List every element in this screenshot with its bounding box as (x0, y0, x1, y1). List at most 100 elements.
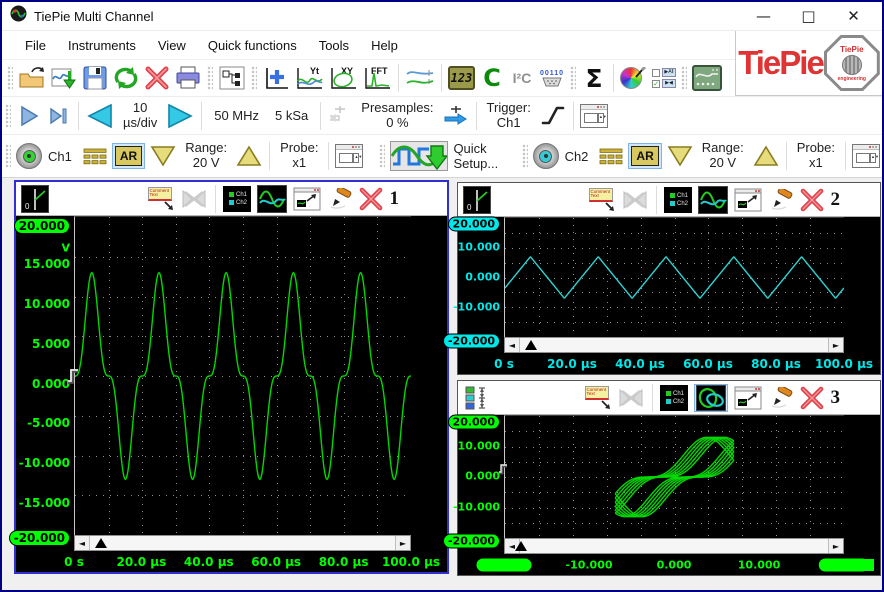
presamples-increase-button[interactable] (440, 100, 472, 132)
fft-graph-icon[interactable]: FFT (360, 62, 394, 94)
open-in-window-icon[interactable] (293, 185, 321, 213)
toolbar-grip[interactable] (5, 144, 11, 168)
close-graph-icon[interactable] (800, 186, 824, 214)
paintbrush-icon[interactable] (768, 186, 794, 214)
instrument-icon[interactable] (690, 62, 724, 94)
save-measurement-icon[interactable] (48, 62, 80, 94)
toolbar-grip[interactable] (570, 66, 576, 90)
color-scheme-icon[interactable] (618, 62, 648, 94)
graph1-x-axis[interactable]: 0 s 20.0 µs 40.0 µs 60.0 µs 80.0 µs 100.… (16, 551, 447, 572)
ch1-range-decrease-button[interactable] (147, 140, 179, 172)
toolbar-grip[interactable] (251, 66, 257, 90)
presamples-decrease-button[interactable] (325, 100, 355, 132)
graph1-plot[interactable] (74, 216, 411, 535)
sources-legend-icon[interactable]: Ch1Ch2 (664, 187, 692, 213)
graph2-plot[interactable] (504, 217, 844, 337)
add-graph-icon[interactable] (260, 62, 292, 94)
xy-graph-icon[interactable]: XY (326, 62, 360, 94)
yt-graph-icon[interactable]: Yt (292, 62, 326, 94)
axis-origin-icon[interactable]: 0 (463, 186, 491, 214)
quick-setup-button[interactable] (388, 140, 450, 172)
trigger-level-icon[interactable] (498, 463, 508, 481)
minimize-button[interactable]: — (741, 3, 786, 29)
close-button[interactable]: ✕ (831, 3, 876, 29)
sources-legend-icon[interactable]: Ch1Ch2 (660, 385, 688, 411)
save-icon[interactable] (80, 62, 110, 94)
timebase-decrease-button[interactable] (83, 100, 117, 132)
ch1-settings-button[interactable]: ▲▼ (333, 140, 365, 172)
trigger-position-marker[interactable] (95, 538, 107, 548)
trigger-edge-icon[interactable] (537, 100, 569, 132)
menu-file[interactable]: File (14, 33, 57, 58)
graph2-h-scrollbar[interactable]: ◄ ► (504, 337, 844, 353)
maximize-button[interactable]: □ (786, 3, 831, 29)
toolbar-grip[interactable] (5, 104, 11, 128)
timebase-increase-button[interactable] (163, 100, 197, 132)
scroll-thumb[interactable] (520, 539, 828, 553)
oneshot-button[interactable] (44, 100, 74, 132)
toolbar-grip[interactable] (7, 66, 13, 90)
trigger-position-marker[interactable] (525, 340, 537, 350)
yt-mode-icon[interactable] (257, 185, 287, 213)
gauge-icon[interactable]: C (477, 62, 507, 94)
open-in-window-icon[interactable] (734, 186, 762, 214)
graph2-x-axis[interactable]: 0 s 20.0 µs 40.0 µs 60.0 µs 80.0 µs 100.… (458, 353, 880, 374)
menu-quick-functions[interactable]: Quick functions (197, 33, 308, 58)
toolbar-grip[interactable] (522, 144, 528, 168)
close-graph-icon[interactable] (800, 384, 824, 412)
trigger-level-icon[interactable] (66, 367, 79, 391)
sum-icon[interactable]: Σ (579, 62, 609, 94)
print-icon[interactable] (172, 62, 204, 94)
scroll-left-icon[interactable]: ◄ (505, 338, 520, 352)
xy-mode-icon[interactable] (694, 384, 728, 412)
serial-decoder-icon[interactable]: 00110 (537, 62, 567, 94)
scroll-left-icon[interactable]: ◄ (75, 536, 90, 550)
open-in-window-icon[interactable] (734, 384, 762, 412)
add-comment-icon[interactable]: Comment Text (589, 188, 615, 212)
quick-setup-label[interactable]: Quick Setup... (450, 141, 511, 171)
sources-list-icon[interactable] (463, 384, 497, 412)
cursors-icon[interactable] (403, 62, 437, 94)
scroll-thumb[interactable] (520, 338, 828, 352)
graph1-h-scrollbar[interactable]: ◄ ► (74, 535, 411, 551)
graph2-y-axis[interactable]: 20.000 10.000 0.000 -10.000 -20.000 (458, 217, 504, 353)
toolbar-grip[interactable] (207, 66, 213, 90)
refresh-icon[interactable] (110, 62, 142, 94)
start-button[interactable] (14, 100, 44, 132)
menu-help[interactable]: Help (360, 33, 409, 58)
object-tree-icon[interactable] (216, 62, 248, 94)
ch1-autorange-button[interactable]: AR (110, 140, 147, 172)
scroll-right-icon[interactable]: ► (828, 539, 843, 553)
paintbrush-icon[interactable] (768, 384, 794, 412)
ch2-range-decrease-button[interactable] (664, 140, 696, 172)
graph3-y-axis[interactable]: 20.000 10.000 0.000 -10.000 -20.000 (458, 415, 504, 554)
scroll-right-icon[interactable]: ► (395, 536, 410, 550)
scroll-thumb[interactable] (90, 536, 395, 550)
ch1-bnc-icon[interactable] (14, 140, 44, 172)
graph3-plot[interactable] (504, 415, 844, 538)
axis-origin-icon[interactable]: 0 (21, 185, 49, 213)
toolbar-grip[interactable] (379, 144, 385, 168)
ch2-range-increase-button[interactable] (750, 140, 782, 172)
ch2-bnc-icon[interactable] (531, 140, 561, 172)
close-graph-icon[interactable] (359, 185, 383, 213)
menu-tools[interactable]: Tools (308, 33, 360, 58)
menu-view[interactable]: View (147, 33, 197, 58)
graph3-h-scrollbar[interactable]: ◄ ► (504, 538, 844, 554)
ch2-autorange-button[interactable]: AR (626, 140, 663, 172)
open-icon[interactable] (16, 62, 48, 94)
menu-instruments[interactable]: Instruments (57, 33, 147, 58)
toolbar-grip[interactable] (681, 66, 687, 90)
ch2-coupling-icon[interactable] (596, 140, 626, 172)
scroll-right-icon[interactable]: ► (828, 338, 843, 352)
yt-mode-icon[interactable] (698, 186, 728, 214)
ch2-settings-button[interactable]: ▲▼ (850, 140, 882, 172)
numeric-values-icon[interactable]: 123 (446, 62, 477, 94)
add-comment-icon[interactable]: Comment Text (148, 187, 174, 211)
ch1-range-increase-button[interactable] (233, 140, 265, 172)
sources-legend-icon[interactable]: Ch1Ch2 (223, 186, 251, 212)
delete-icon[interactable] (142, 62, 172, 94)
trigger-position-marker[interactable] (515, 541, 527, 551)
ch1-coupling-icon[interactable] (80, 140, 110, 172)
graph3-x-axis[interactable]: -20.000 -10.000 0.000 10.000 20.000 (458, 554, 880, 575)
